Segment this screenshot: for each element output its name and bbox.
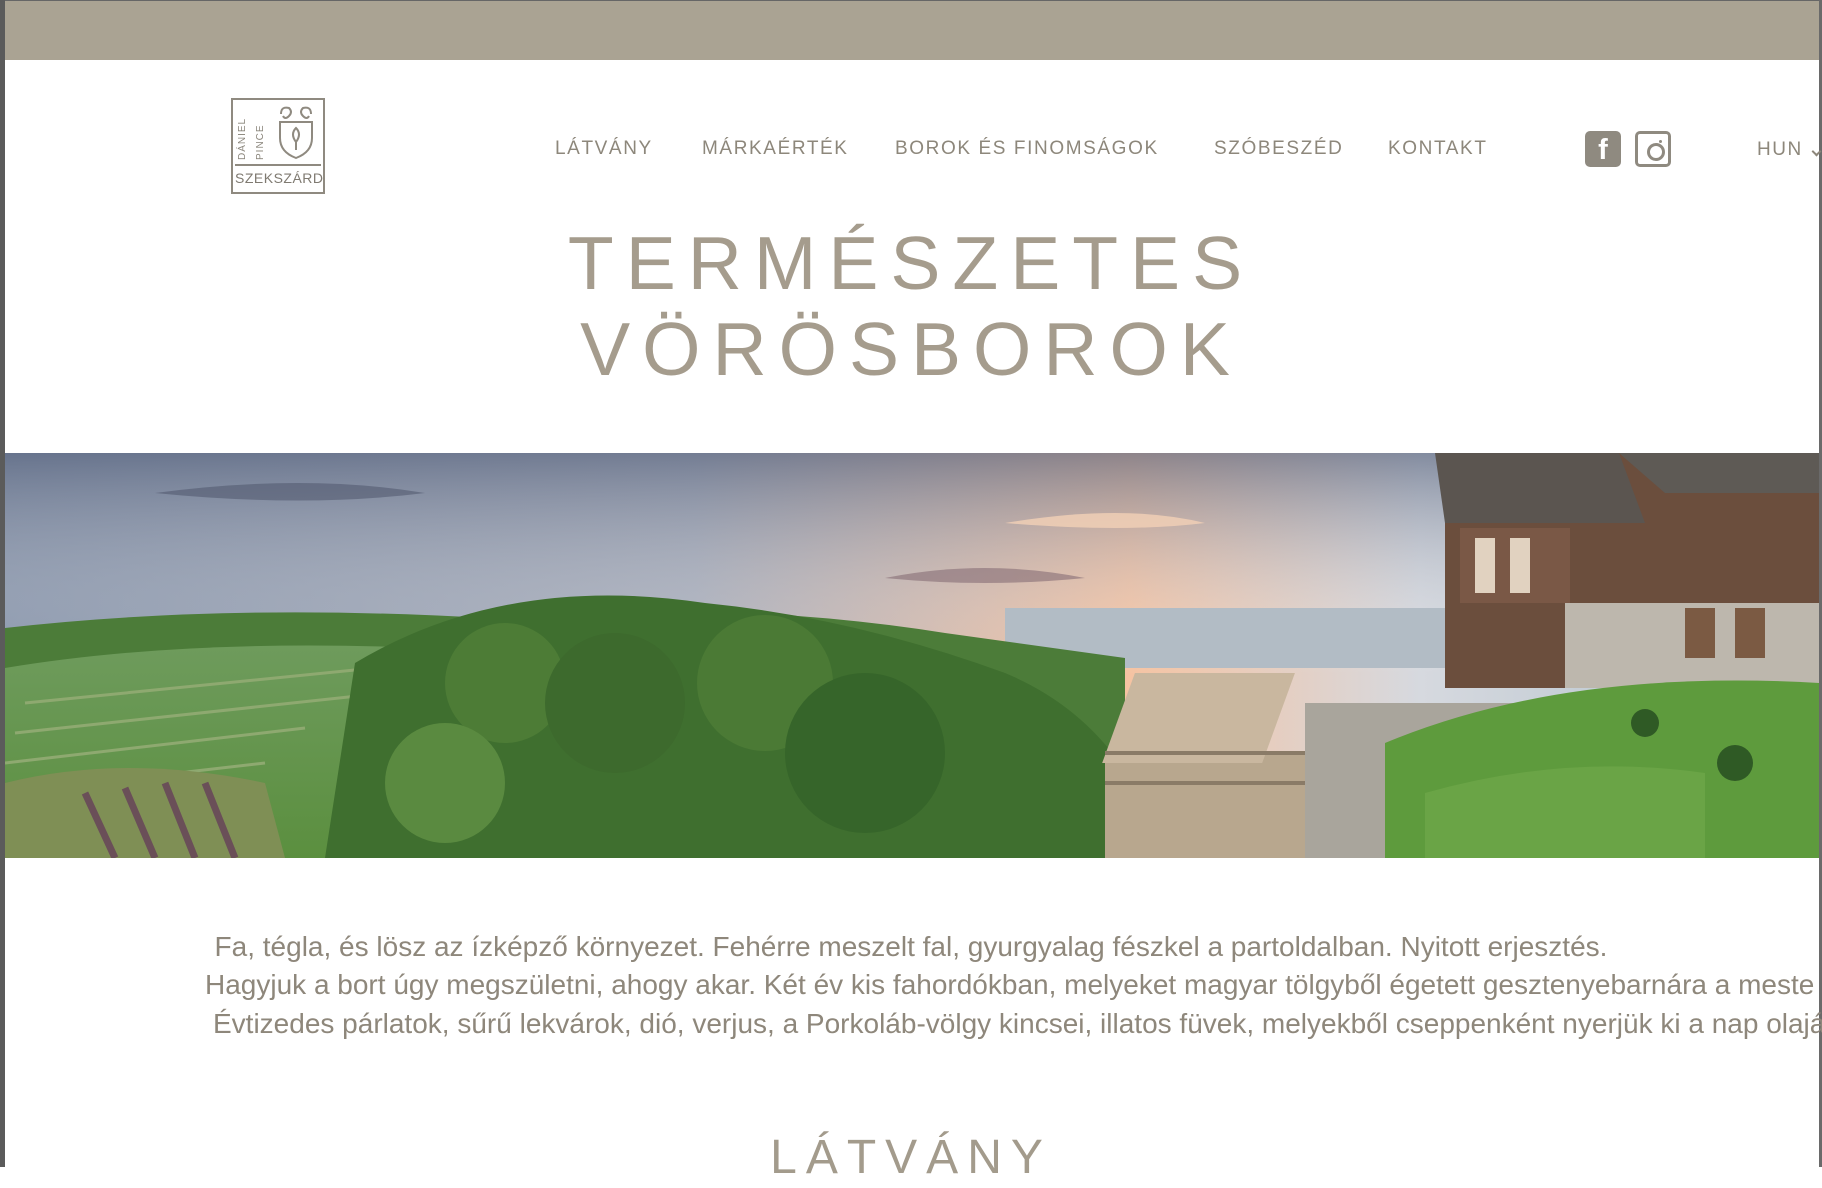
nav-markaertek[interactable]: MÁRKAÉRTÉK bbox=[702, 138, 849, 162]
section-title-latvany: LÁTVÁNY bbox=[770, 1131, 1052, 1184]
page-title: TERMÉSZETES VÖRÖSBOROK bbox=[0, 220, 1822, 392]
nav-latvany[interactable]: LÁTVÁNY bbox=[555, 138, 653, 162]
logo-pince-text: PINCE bbox=[255, 124, 266, 160]
logo-city-text: SZEKSZÁRD bbox=[235, 164, 323, 190]
language-selector[interactable]: HUN bbox=[1757, 139, 1803, 161]
facebook-icon[interactable]: f bbox=[1585, 131, 1621, 167]
nav-borok-es-finomsagok[interactable]: BOROK ÉS FINOMSÁGOK bbox=[895, 138, 1159, 162]
intro-line-1: Fa, tégla, és lösz az ízképző környezet.… bbox=[214, 931, 1608, 962]
page-title-line-2: VÖRÖSBOROK bbox=[580, 307, 1242, 391]
nav-szobeszed[interactable]: SZÓBESZÉD bbox=[1214, 138, 1343, 162]
page-title-line-1: TERMÉSZETES bbox=[567, 221, 1255, 305]
logo-daniel-text: DÁNIEL bbox=[237, 117, 248, 160]
top-banner bbox=[5, 0, 1819, 60]
crest-icon bbox=[279, 106, 313, 160]
daniel-pince-logo[interactable]: DÁNIEL PINCE SZEKSZÁRD bbox=[231, 98, 325, 194]
nav-kontakt[interactable]: KONTAKT bbox=[1388, 138, 1488, 162]
intro-line-2: Hagyjuk a bort úgy megszületni, ahogy ak… bbox=[205, 969, 1815, 1000]
vineyard-panorama-image bbox=[5, 453, 1819, 858]
instagram-icon[interactable] bbox=[1635, 131, 1671, 167]
intro-line-3: Évtizedes párlatok, sűrű lekvárok, dió, … bbox=[213, 1008, 1822, 1039]
